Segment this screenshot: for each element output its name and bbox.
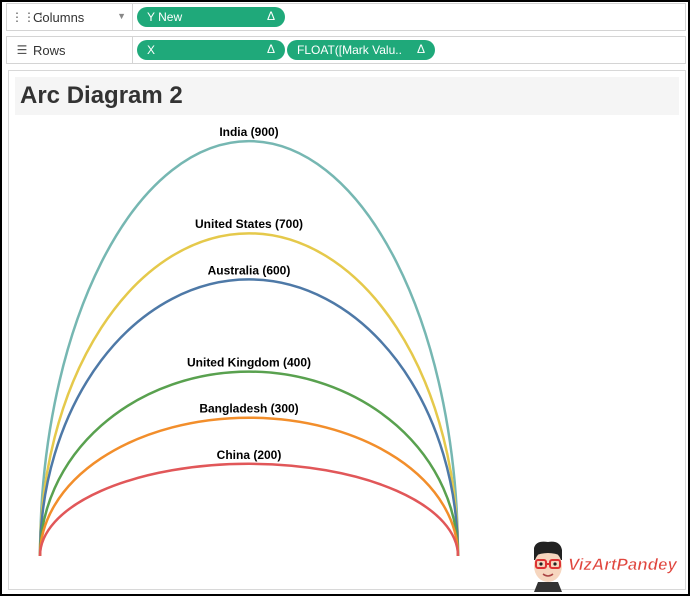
arc-0[interactable] [38,139,460,557]
cartoon-face-icon [534,541,562,592]
arc-4[interactable] [38,416,460,557]
arc-label-3: United Kingdom (400) [187,356,311,370]
arc-label-2: Australia (600) [208,263,291,277]
arc-label-1: United States (700) [195,217,303,231]
arc-label-5: China (200) [217,448,282,462]
arc-1[interactable] [38,231,460,557]
arc-5[interactable] [38,462,460,557]
arc-label-4: Bangladesh (300) [199,402,298,416]
vizartpandey-logo: VizArtPandey [534,541,679,592]
logo-text: VizArtPandey [568,555,679,574]
arc-label-0: India (900) [219,125,278,139]
arc-chart: India (900) United States (700) Australia … [38,125,460,557]
